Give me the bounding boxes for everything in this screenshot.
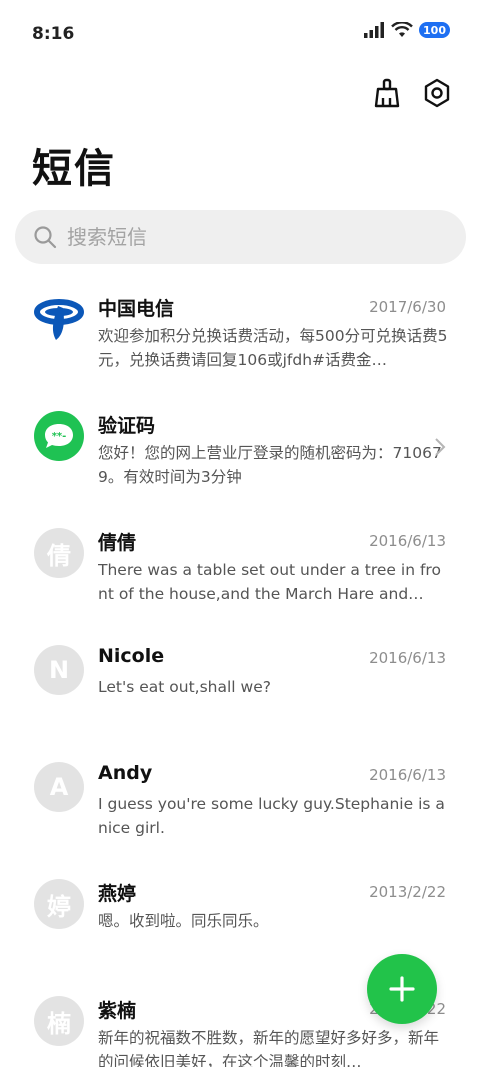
message-preview: 欢迎参加积分兑换话费活动，每500分可兑换话费5元，兑换话费请回复106或jfd… (98, 327, 448, 369)
message-date: 2016/6/13 (369, 532, 446, 550)
avatar: 婷 (34, 879, 84, 929)
plus-icon (389, 976, 415, 1002)
avatar (34, 294, 84, 344)
verification-code-icon: **- (45, 424, 73, 448)
sender-name: Andy (98, 762, 153, 784)
message-preview: Let's eat out,shall we? (98, 678, 271, 696)
message-row[interactable]: 中国电信 2017/6/30 欢迎参加积分兑换话费活动，每500分可兑换话费5元… (0, 280, 480, 397)
status-time: 8:16 (32, 24, 75, 44)
sender-name: Nicole (98, 645, 165, 667)
page-title: 短信 (32, 146, 116, 192)
settings-button[interactable] (420, 76, 454, 110)
sender-name: 验证码 (98, 415, 156, 437)
status-icons: 100 (363, 22, 450, 38)
sender-name: 倩倩 (98, 532, 137, 554)
wifi-icon (391, 22, 413, 37)
message-date: 2013/2/22 (369, 883, 446, 901)
message-preview: I guess you're some lucky guy.Stephanie … (98, 795, 445, 837)
message-preview: 新年的祝福数不胜数，新年的愿望好多好多，新年的问候依旧美好，在这个温馨的时刻… (98, 1029, 440, 1067)
toolbar (370, 76, 454, 110)
message-list: 中国电信 2017/6/30 欢迎参加积分兑换话费活动，每500分可兑换话费5元… (0, 280, 480, 1067)
message-row[interactable]: **- 验证码 您好！您的网上营业厅登录的随机密码为：710679。有效时间为3… (0, 397, 480, 514)
clean-button[interactable] (370, 76, 404, 110)
message-preview: There was a table set out under a tree i… (98, 561, 441, 603)
sender-name: 中国电信 (98, 298, 175, 320)
message-date: 2017/6/30 (369, 298, 446, 316)
chevron-right-icon (435, 438, 446, 456)
message-row[interactable]: A Andy 2016/6/13 I guess you're some luc… (0, 748, 480, 865)
message-date: 2016/6/13 (369, 649, 446, 667)
message-preview: 您好！您的网上营业厅登录的随机密码为：710679。有效时间为3分钟 (98, 444, 442, 486)
status-bar: 8:16 100 (0, 0, 480, 68)
china-telecom-logo-icon (34, 299, 84, 340)
avatar: A (34, 762, 84, 812)
search-bar[interactable] (15, 210, 466, 264)
svg-text:**-: **- (52, 431, 67, 442)
avatar: **- (34, 411, 84, 461)
avatar: 楠 (34, 996, 84, 1046)
avatar: 倩 (34, 528, 84, 578)
battery-indicator: 100 (419, 22, 450, 38)
message-preview: 嗯。收到啦。同乐同乐。 (98, 912, 269, 930)
sender-name: 紫楠 (98, 1000, 137, 1022)
message-row[interactable]: N Nicole 2016/6/13 Let's eat out,shall w… (0, 631, 480, 748)
signal-icon (364, 22, 385, 38)
avatar: N (34, 645, 84, 695)
broom-icon (374, 78, 400, 108)
message-row[interactable]: 倩 倩倩 2016/6/13 There was a table set out… (0, 514, 480, 631)
search-icon (34, 226, 57, 249)
message-date: 2016/6/13 (369, 766, 446, 784)
settings-icon (424, 78, 450, 108)
sender-name: 燕婷 (98, 883, 137, 905)
search-input[interactable] (67, 225, 427, 249)
new-message-button[interactable] (367, 954, 437, 1024)
